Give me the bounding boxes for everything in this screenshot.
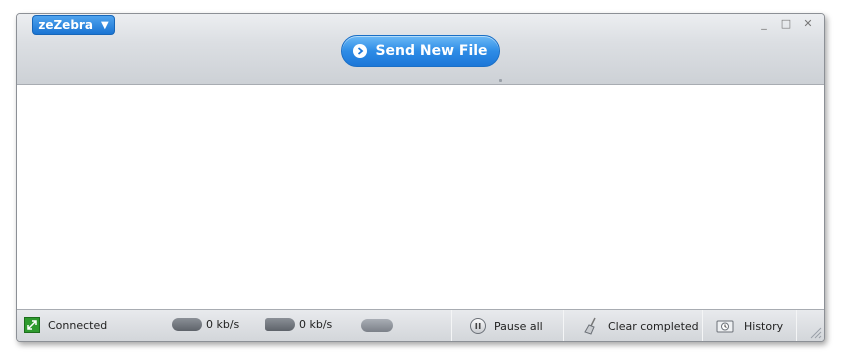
chevron-down-icon: ▼ bbox=[100, 19, 109, 31]
play-circle-icon bbox=[353, 44, 368, 58]
divider bbox=[702, 310, 703, 341]
brand-label: zeZebra bbox=[38, 18, 93, 32]
divider bbox=[563, 310, 564, 341]
pause-all-button[interactable]: Pause all bbox=[470, 310, 543, 341]
divider bbox=[796, 310, 797, 341]
upload-speed: 0 kb/s bbox=[265, 318, 332, 331]
minimize-button[interactable]: _ bbox=[758, 17, 770, 31]
connection-status: Connected bbox=[24, 317, 107, 333]
download-speed: 0 kb/s bbox=[172, 318, 239, 331]
window-controls: _ □ ✕ bbox=[758, 17, 814, 31]
splitter-grip[interactable] bbox=[499, 79, 502, 82]
pause-all-label: Pause all bbox=[494, 319, 543, 333]
history-icon bbox=[716, 318, 736, 334]
download-speed-value: 0 kb/s bbox=[206, 318, 240, 331]
close-button[interactable]: ✕ bbox=[802, 17, 814, 31]
brand-menu-button[interactable]: zeZebra ▼ bbox=[32, 15, 115, 35]
upload-speed-value: 0 kb/s bbox=[299, 318, 333, 331]
connection-label: Connected bbox=[48, 318, 108, 332]
header-toolbar: zeZebra ▼ _ □ ✕ Send New File bbox=[17, 14, 824, 85]
pause-icon bbox=[470, 318, 486, 334]
clear-completed-button[interactable]: Clear completed bbox=[584, 310, 699, 341]
transfer-list-area[interactable] bbox=[17, 85, 824, 309]
broom-icon bbox=[584, 317, 600, 335]
send-new-file-button[interactable]: Send New File bbox=[341, 35, 500, 67]
upload-speed-indicator bbox=[265, 318, 295, 331]
divider bbox=[451, 310, 452, 341]
connection-icon bbox=[24, 317, 40, 333]
resize-grip-icon[interactable] bbox=[808, 325, 822, 339]
maximize-button[interactable]: □ bbox=[780, 17, 792, 31]
download-speed-indicator bbox=[172, 318, 202, 331]
speed-limit-toggle[interactable] bbox=[361, 319, 393, 332]
status-bar: Connected 0 kb/s 0 kb/s Pause all Clear … bbox=[17, 309, 824, 341]
history-button[interactable]: History bbox=[716, 310, 784, 341]
clear-completed-label: Clear completed bbox=[608, 319, 699, 333]
send-new-file-label: Send New File bbox=[375, 43, 488, 59]
app-window: zeZebra ▼ _ □ ✕ Send New File Connected … bbox=[16, 13, 825, 342]
history-label: History bbox=[744, 319, 784, 333]
